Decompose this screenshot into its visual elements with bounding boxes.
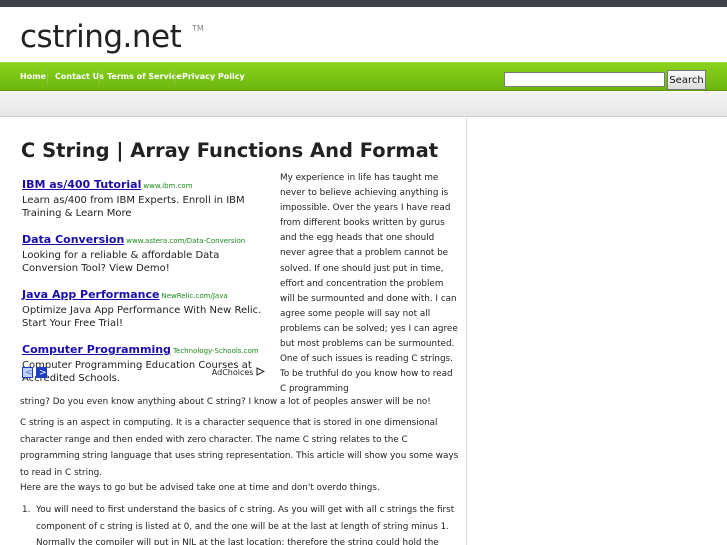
ad-url[interactable]: Technology-Schools.com [173, 347, 259, 355]
adchoices-icon [256, 367, 266, 376]
nav-separator [99, 68, 100, 85]
ad-title-link[interactable]: IBM as/400 Tutorial [22, 178, 141, 191]
list-item: You will need to first understand the ba… [36, 505, 455, 545]
ad-item: Data Conversion www.astera.com/Data-Conve… [22, 228, 274, 275]
ad-prev-button[interactable]: < [22, 367, 33, 378]
article-intro-continued: string? Do you even know anything about … [20, 397, 431, 407]
chevron-right-icon: > [39, 368, 47, 378]
ad-item: Java App Performance NewRelic.com/Java Op… [22, 283, 274, 330]
search-input[interactable] [504, 72, 665, 87]
chevron-left-icon: < [25, 368, 33, 378]
search-button[interactable]: Search [667, 70, 706, 90]
adchoices-link[interactable]: AdChoices [211, 367, 266, 377]
page-title: C String | Array Functions And Format [21, 139, 439, 162]
ad-item: IBM as/400 Tutorial www.ibm.com Learn as/… [22, 173, 274, 220]
list-number: 1. [22, 505, 31, 515]
article-paragraph: C string is an aspect in computing. It i… [20, 418, 459, 478]
ad-url[interactable]: www.astera.com/Data-Conversion [126, 237, 245, 245]
ad-next-button[interactable]: > [36, 367, 47, 378]
sub-nav-bar [0, 92, 727, 117]
ad-url[interactable]: NewRelic.com/Java [161, 292, 227, 300]
ad-description: Optimize Java App Performance With New R… [22, 305, 262, 329]
adchoices-label: AdChoices [211, 368, 254, 377]
article-paragraph: Here are the ways to go but be advised t… [20, 483, 380, 493]
ad-description: Looking for a reliable & affordable Data… [22, 250, 220, 274]
article-list: 1. You will need to first understand the… [20, 502, 460, 545]
nav-separator [47, 68, 48, 85]
ad-description: Learn as/400 from IBM Experts. Enroll in… [22, 195, 245, 219]
right-sidebar [468, 118, 727, 545]
nav-contact-us[interactable]: Contact Us [55, 72, 104, 81]
ad-title-link[interactable]: Data Conversion [22, 233, 124, 246]
ad-block: IBM as/400 Tutorial www.ibm.com Learn as/… [22, 173, 274, 393]
ad-controls: < > AdChoices [22, 366, 267, 380]
nav-separator [174, 68, 175, 85]
trademark-mark: TM [192, 24, 204, 33]
top-bar [0, 0, 727, 7]
nav-home[interactable]: Home [20, 72, 46, 81]
ad-title-link[interactable]: Computer Programming [22, 343, 171, 356]
nav-privacy-policy[interactable]: Privacy Policy [182, 72, 245, 81]
ad-title-link[interactable]: Java App Performance [22, 288, 159, 301]
site-logo[interactable]: cstring.net [20, 19, 182, 55]
site-header: cstring.net TM [0, 7, 727, 62]
article-intro: My experience in life has taught me neve… [280, 173, 458, 395]
ad-url[interactable]: www.ibm.com [143, 182, 192, 190]
nav-terms-of-service[interactable]: Terms of Service [107, 72, 182, 81]
